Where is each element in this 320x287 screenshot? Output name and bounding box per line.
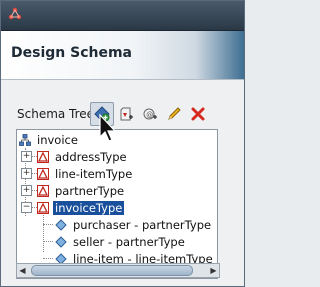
element-icon [55, 218, 67, 231]
schema-tree-label: Schema Tree [17, 107, 95, 121]
complex-type-icon [37, 201, 49, 214]
tree-item-label: invoiceType [53, 200, 125, 215]
tree-child-element[interactable]: purchaser - partnerType [55, 216, 213, 233]
tree-root-label: invoice [37, 132, 78, 147]
tree-child-label: seller - partnerType [73, 234, 185, 249]
app-logo-icon [8, 7, 22, 20]
add-attribute-button[interactable]: @ [138, 102, 162, 126]
tree-item-type[interactable]: addressType [37, 148, 129, 165]
tree-item-type-selected[interactable]: invoiceType [37, 199, 125, 216]
delete-x-icon [191, 107, 205, 121]
mouse-pointer-icon [99, 114, 117, 142]
expand-toggle[interactable]: + [21, 151, 32, 162]
design-schema-window: Design Schema Schema Tree @ invoice + ad… [0, 0, 245, 287]
pencil-icon [168, 107, 181, 120]
tree-item-label: addressType [55, 149, 127, 164]
add-element-icon [120, 107, 133, 121]
complex-type-icon [37, 150, 49, 163]
tree-item-type[interactable]: line-itemType [37, 165, 134, 182]
schema-tree[interactable]: invoice + addressType + line-itemType + … [16, 129, 218, 279]
complex-type-icon [37, 184, 49, 197]
tree-item-label: partnerType [55, 183, 125, 198]
complex-type-icon [37, 167, 49, 180]
tree-item-label: line-itemType [55, 166, 133, 181]
collapse-toggle[interactable]: − [21, 202, 32, 213]
tree-child-label: purchaser - partnerType [73, 217, 212, 232]
scroll-thumb[interactable] [31, 265, 193, 276]
scroll-left-icon[interactable]: ◀ [17, 264, 28, 277]
expand-toggle[interactable]: + [21, 168, 32, 179]
svg-text:@: @ [146, 111, 153, 119]
tree-child-element[interactable]: seller - partnerType [55, 233, 187, 250]
title-bar [1, 1, 244, 31]
scroll-right-icon[interactable]: ▶ [208, 264, 219, 277]
expand-toggle[interactable]: + [21, 185, 32, 196]
edit-button[interactable] [162, 102, 186, 126]
schema-root-icon [19, 133, 31, 146]
element-icon [55, 235, 67, 248]
horizontal-scrollbar[interactable]: ◀ ▶ [16, 263, 220, 278]
delete-button[interactable] [186, 102, 210, 126]
add-attribute-icon: @ [143, 108, 157, 120]
dialog-title: Design Schema [11, 45, 132, 61]
tree-item-type[interactable]: partnerType [37, 182, 126, 199]
tree-root-invoice[interactable]: invoice [19, 131, 80, 148]
